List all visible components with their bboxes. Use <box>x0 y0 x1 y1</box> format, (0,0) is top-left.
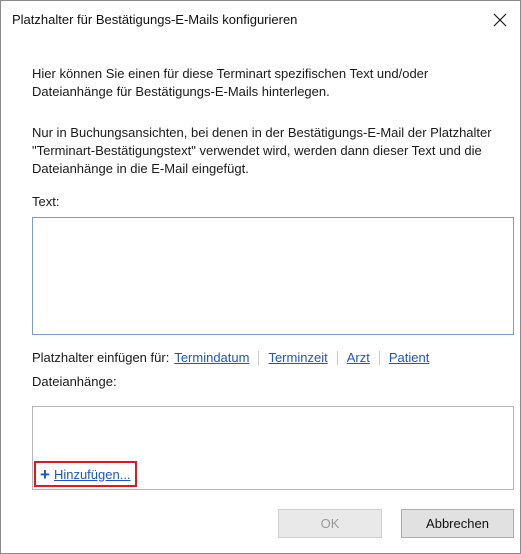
title-bar: Platzhalter für Bestätigungs-E-Mails kon… <box>1 1 520 39</box>
info-paragraph: Nur in Buchungsansichten, bei denen in d… <box>32 125 492 176</box>
link-arzt[interactable]: Arzt <box>347 350 370 365</box>
placeholder-links-row: Platzhalter einfügen für: Termindatum Te… <box>32 350 429 365</box>
link-patient[interactable]: Patient <box>389 350 429 365</box>
add-attachment-link[interactable]: + Hinzufügen... <box>34 461 137 487</box>
attachments-label: Dateianhänge: <box>32 374 117 389</box>
plus-icon: + <box>40 464 50 484</box>
separator <box>378 350 380 365</box>
ok-button[interactable]: OK <box>278 509 382 538</box>
add-attachment-label: Hinzufügen... <box>53 466 131 482</box>
placeholder-label: Platzhalter einfügen für: <box>32 350 170 365</box>
separator <box>258 350 260 365</box>
dialog-window: Platzhalter für Bestätigungs-E-Mails kon… <box>0 0 521 554</box>
intro-paragraph: Hier können Sie einen für diese Terminar… <box>32 66 429 99</box>
close-button[interactable] <box>480 1 520 39</box>
link-termindatum[interactable]: Termindatum <box>174 350 249 365</box>
separator <box>336 350 338 365</box>
cancel-button[interactable]: Abbrechen <box>401 509 514 538</box>
text-label: Text: <box>32 194 60 209</box>
close-icon <box>493 13 507 27</box>
text-input[interactable] <box>32 217 514 335</box>
attachments-list[interactable]: + Hinzufügen... <box>32 406 514 490</box>
link-terminzeit[interactable]: Terminzeit <box>268 350 327 365</box>
window-title: Platzhalter für Bestätigungs-E-Mails kon… <box>12 12 298 27</box>
